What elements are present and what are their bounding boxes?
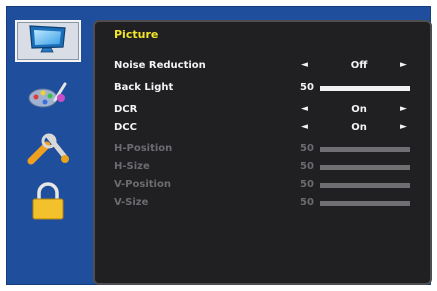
row-label: V-Size: [114, 197, 149, 208]
slider-bar: [320, 147, 410, 152]
left-arrow-icon[interactable]: ◄: [301, 122, 308, 132]
slider-fill: [320, 86, 410, 91]
right-arrow-icon[interactable]: ►: [400, 60, 407, 70]
lock-icon: [27, 182, 69, 226]
tools-icon: [25, 131, 71, 171]
sidebar-item-setup[interactable]: [15, 130, 81, 172]
row-value: 50: [300, 82, 314, 93]
slider-bar: [320, 201, 410, 206]
menu-row-back-light[interactable]: Back Light 50: [114, 82, 414, 98]
menu-title: Picture: [114, 28, 159, 41]
sidebar-item-lock[interactable]: [15, 182, 81, 226]
color-palette-icon: [25, 76, 71, 116]
menu-row-h-position: H-Position 50: [114, 143, 414, 159]
sidebar-item-picture[interactable]: [15, 20, 81, 62]
row-label: V-Position: [114, 179, 171, 190]
menu-row-noise-reduction[interactable]: Noise Reduction ◄ Off ►: [114, 60, 414, 76]
slider-bar[interactable]: [320, 86, 410, 91]
monitor-icon: [27, 23, 69, 59]
left-arrow-icon[interactable]: ◄: [301, 60, 308, 70]
row-value: On: [351, 122, 367, 133]
menu-row-v-position: V-Position 50: [114, 179, 414, 195]
row-label: Back Light: [114, 82, 174, 93]
row-label: DCR: [114, 104, 138, 115]
slider-fill: [320, 147, 410, 152]
slider-fill: [320, 165, 410, 170]
left-arrow-icon[interactable]: ◄: [301, 104, 308, 114]
menu-row-v-size: V-Size 50: [114, 197, 414, 213]
slider-bar: [320, 165, 410, 170]
row-value: 50: [300, 143, 314, 154]
row-value: Off: [350, 60, 368, 71]
slider-bar: [320, 183, 410, 188]
row-value: 50: [300, 197, 314, 208]
right-arrow-icon[interactable]: ►: [400, 122, 407, 132]
menu-row-dcc[interactable]: DCC ◄ On ►: [114, 122, 414, 138]
right-arrow-icon[interactable]: ►: [400, 104, 407, 114]
sidebar-item-color[interactable]: [15, 75, 81, 117]
slider-fill: [320, 201, 410, 206]
row-label: Noise Reduction: [114, 60, 206, 71]
row-value: On: [351, 104, 367, 115]
menu-row-dcr[interactable]: DCR ◄ On ►: [114, 104, 414, 120]
row-label: DCC: [114, 122, 137, 133]
row-label: H-Position: [114, 143, 173, 154]
menu-row-h-size: H-Size 50: [114, 161, 414, 177]
slider-fill: [320, 183, 410, 188]
row-label: H-Size: [114, 161, 150, 172]
row-value: 50: [300, 179, 314, 190]
row-value: 50: [300, 161, 314, 172]
